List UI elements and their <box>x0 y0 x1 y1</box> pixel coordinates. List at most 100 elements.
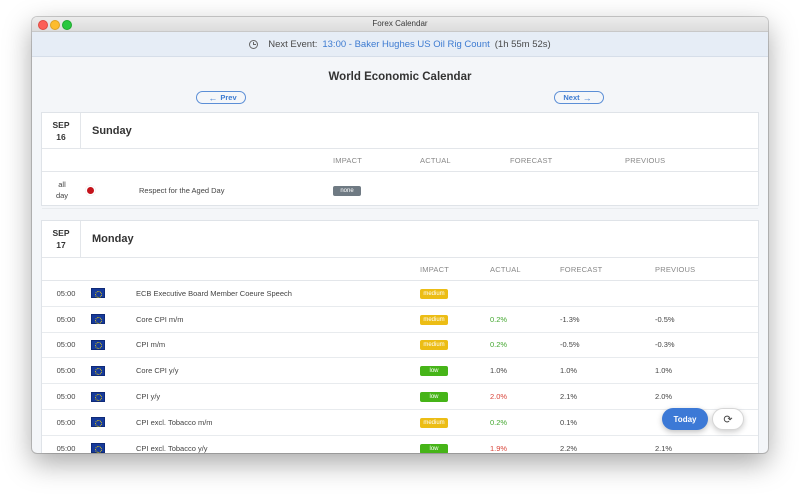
event-row[interactable]: 05:00 Core CPI y/y low 1.0% 1.0% 1.0% <box>42 358 758 385</box>
event-time: 05:00 <box>56 392 76 402</box>
impact-header: IMPACT <box>333 155 362 165</box>
previous-value: 2.0% <box>655 392 673 402</box>
next-event-label: Next Event: <box>268 38 318 50</box>
maximize-window-button[interactable] <box>62 20 72 30</box>
clock-icon <box>249 39 259 49</box>
event-row[interactable]: 05:00 CPI m/m medium 0.2% -0.5% -0.3% <box>42 333 758 359</box>
eu-flag-icon <box>90 314 105 325</box>
impact-badge: medium <box>420 417 448 428</box>
event-row[interactable]: all day Respect for the Aged Day none <box>42 172 758 209</box>
forecast-value: -1.3% <box>560 314 580 324</box>
event-name: ECB Executive Board Member Coeure Speech <box>136 288 292 298</box>
prev-button[interactable]: ← Prev <box>196 91 246 104</box>
event-row[interactable]: 05:00 CPI y/y low 2.0% 2.1% 2.0% <box>42 384 758 410</box>
day-card-monday: SEP 17 Monday IMPACT ACTUAL FORECAST PRE… <box>41 220 759 453</box>
event-row[interactable]: 05:00 ECB Executive Board Member Coeure … <box>42 281 758 307</box>
date-day: 17 <box>56 240 66 250</box>
eu-flag-icon <box>90 365 105 376</box>
forecast-value: 1.0% <box>560 366 578 376</box>
event-name: CPI excl. Tobacco y/y <box>136 443 208 453</box>
previous-header: PREVIOUS <box>625 155 666 165</box>
previous-header: PREVIOUS <box>655 264 696 274</box>
prev-button-label: Prev <box>220 93 237 102</box>
event-time: 05:00 <box>56 340 76 350</box>
event-name: Core CPI m/m <box>136 314 184 324</box>
time-line-2: day <box>55 191 69 200</box>
column-headers: IMPACT ACTUAL FORECAST PREVIOUS <box>42 149 758 172</box>
next-event-countdown: (1h 55m 52s) <box>494 38 551 50</box>
next-event-bar: Next Event: 13:00 - Baker Hughes US Oil … <box>32 32 768 57</box>
next-button-label: Next <box>563 93 580 102</box>
window-title: Forex Calendar <box>372 19 428 28</box>
actual-value: 0.2% <box>490 340 508 350</box>
event-row[interactable]: 05:00 CPI excl. Tobacco m/m medium 0.2% … <box>42 410 758 436</box>
event-time: 05:00 <box>56 366 76 376</box>
forecast-value: -0.5% <box>560 340 580 350</box>
next-event-link[interactable]: 13:00 - Baker Hughes US Oil Rig Count <box>322 39 489 50</box>
impact-badge: medium <box>420 340 448 351</box>
date-month: SEP <box>52 228 70 238</box>
title-bar: Forex Calendar <box>32 17 768 32</box>
event-time: 05:00 <box>56 443 76 453</box>
today-button[interactable]: Today <box>662 408 708 430</box>
column-headers: IMPACT ACTUAL FORECAST PREVIOUS <box>42 258 758 281</box>
impact-badge: medium <box>420 314 448 325</box>
event-row[interactable]: 05:00 CPI excl. Tobacco y/y low 1.9% 2.2… <box>42 436 758 453</box>
refresh-icon: ⟳ <box>723 413 733 426</box>
event-time: 05:00 <box>56 288 76 298</box>
actual-header: ACTUAL <box>490 264 521 274</box>
impact-badge: none <box>333 185 361 196</box>
forecast-value: 2.1% <box>560 392 578 402</box>
impact-badge: low <box>420 366 448 377</box>
event-time: 05:00 <box>56 314 76 324</box>
eu-flag-icon <box>90 417 105 428</box>
actual-value: 0.2% <box>490 314 508 324</box>
previous-value: 2.1% <box>655 443 673 453</box>
date-month: SEP <box>52 119 70 130</box>
event-name: Core CPI y/y <box>136 366 179 376</box>
weekday-name: Monday <box>92 233 134 245</box>
date-day: 16 <box>56 131 66 142</box>
time-line-1: all <box>58 180 66 189</box>
day-header: SEP 17 Monday <box>42 221 758 258</box>
previous-value: -0.3% <box>655 340 675 350</box>
actual-value: 2.0% <box>490 392 508 402</box>
event-name: CPI m/m <box>136 340 166 350</box>
forecast-value: 0.1% <box>560 417 578 427</box>
impact-badge: low <box>420 392 448 403</box>
actual-value: 1.0% <box>490 366 508 376</box>
refresh-button[interactable]: ⟳ <box>712 408 744 430</box>
eu-flag-icon <box>90 391 105 402</box>
impact-badge: low <box>420 443 448 453</box>
next-button[interactable]: Next → <box>554 91 604 104</box>
page-title: World Economic Calendar <box>328 71 472 83</box>
close-window-button[interactable] <box>38 20 48 30</box>
date-navigation: ← Prev Next → <box>32 83 768 113</box>
event-row[interactable]: 05:00 Core CPI m/m medium 0.2% -1.3% -0.… <box>42 307 758 333</box>
day-header: SEP 16 Sunday <box>42 113 758 149</box>
previous-value: -0.5% <box>655 314 675 324</box>
forecast-header: FORECAST <box>560 264 603 274</box>
minimize-window-button[interactable] <box>50 20 60 30</box>
eu-flag-icon <box>90 288 105 299</box>
eu-flag-icon <box>90 443 105 453</box>
arrow-right-icon: → <box>582 92 592 103</box>
impact-badge: medium <box>420 288 448 299</box>
event-name: Respect for the Aged Day <box>139 185 225 195</box>
event-name: CPI y/y <box>136 392 161 402</box>
day-card-sunday: SEP 16 Sunday IMPACT ACTUAL FORECAST PRE… <box>41 112 759 209</box>
event-name: CPI excl. Tobacco m/m <box>136 417 213 427</box>
previous-value: 1.0% <box>655 366 673 376</box>
arrow-left-icon: ← <box>208 92 218 103</box>
forecast-header: FORECAST <box>510 155 553 165</box>
actual-header: ACTUAL <box>420 155 451 165</box>
weekday-name: Sunday <box>92 124 132 137</box>
actual-value: 0.2% <box>490 417 508 427</box>
actual-value: 1.9% <box>490 443 508 453</box>
japan-flag-icon <box>84 185 98 195</box>
event-time: all day <box>42 179 82 201</box>
app-window: Forex Calendar Next Event: 13:00 - Baker… <box>32 17 768 453</box>
date-box: SEP 17 <box>42 221 81 257</box>
forecast-value: 2.2% <box>560 443 578 453</box>
impact-header: IMPACT <box>420 264 449 274</box>
